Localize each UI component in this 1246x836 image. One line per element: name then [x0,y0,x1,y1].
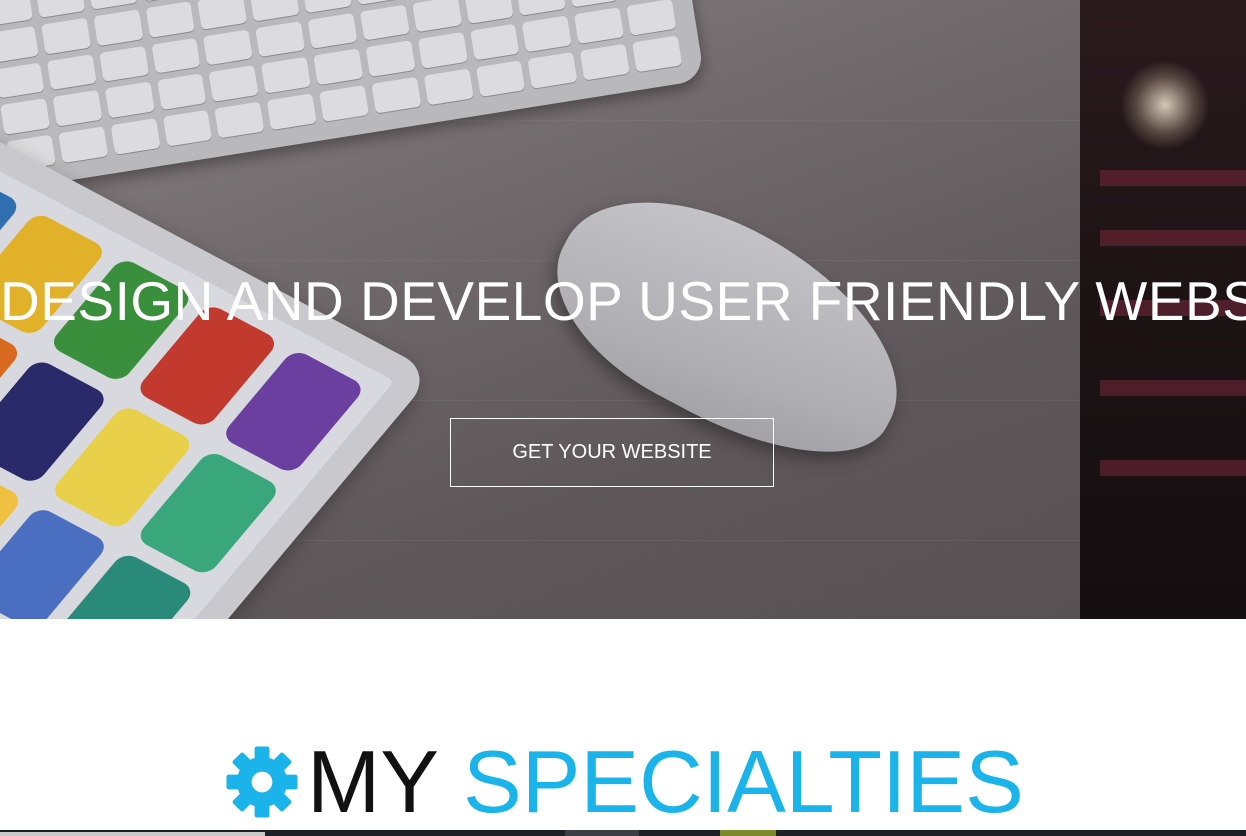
specialties-title-my: MY [307,732,439,831]
gear-icon [226,746,298,818]
keyboard-illustration [0,0,705,193]
get-your-website-button[interactable]: GET YOUR WEBSITE [450,418,774,487]
bottom-content-strip [0,830,1246,836]
specialties-heading: MY SPECIALTIES [225,738,1024,826]
specialties-title-accent: SPECIALTIES [463,732,1024,831]
hero-title: DESIGN AND DEVELOP USER FRIENDLY WEBSITE [0,270,1246,332]
tablet-illustration [0,110,435,619]
hero-slider: DESIGN AND DEVELOP USER FRIENDLY WEBSITE… [0,0,1246,619]
